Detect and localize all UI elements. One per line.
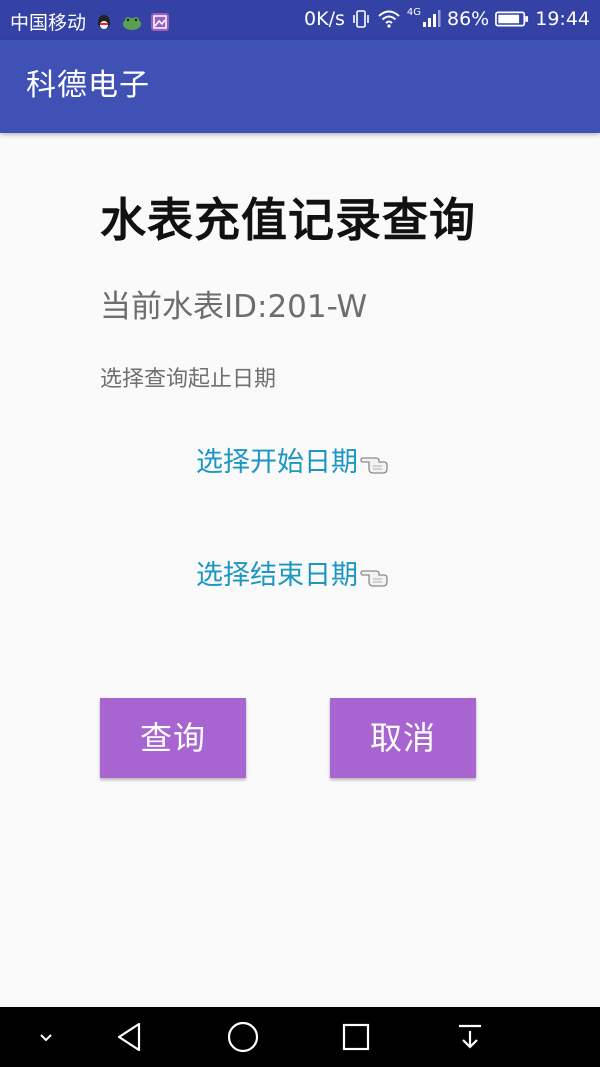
home-button[interactable]	[223, 1017, 263, 1057]
recents-button[interactable]	[336, 1017, 376, 1057]
qq-icon	[98, 14, 111, 29]
network-speed: 0K/s	[304, 8, 345, 30]
signal-icon	[423, 10, 441, 27]
vibrate-icon	[353, 10, 369, 28]
pointing-hand-icon	[360, 457, 388, 474]
select-end-date-button[interactable]: 选择结束日期	[196, 556, 390, 596]
page-title: 水表充值记录查询	[100, 193, 476, 247]
navigation-bar	[0, 1007, 600, 1067]
app-bar: 科德电子	[0, 40, 600, 133]
notification-pull-button[interactable]	[450, 1017, 490, 1057]
collapse-nav-button[interactable]	[26, 1017, 66, 1057]
select-start-date-button[interactable]: 选择开始日期	[196, 443, 390, 483]
cancel-button[interactable]: 取消	[330, 698, 476, 778]
wifi-icon	[378, 10, 400, 28]
network-type: 4G	[406, 6, 421, 18]
back-triangle-icon	[117, 1022, 141, 1052]
frog-app-icon	[123, 16, 142, 30]
carrier-name: 中国移动	[10, 12, 87, 34]
collapse-chevron-icon	[40, 1034, 52, 1042]
pointing-hand-icon	[360, 570, 388, 587]
start-date-label: 选择开始日期	[196, 447, 358, 478]
status-bar-right: 0K/s 4G 86% 19:44	[304, 6, 590, 31]
app-title: 科德电子	[26, 68, 150, 103]
status-bar: 中国移动 0K/s 4G 86% 19:44	[0, 0, 600, 40]
query-button[interactable]: 查询	[100, 698, 246, 778]
end-date-label: 选择结束日期	[196, 560, 358, 591]
battery-percent: 86%	[447, 8, 490, 30]
notification-pull-icon	[459, 1024, 481, 1049]
current-meter-id: 当前水表ID:201-W	[100, 289, 368, 325]
back-button[interactable]	[110, 1017, 150, 1057]
home-circle-icon	[227, 1021, 259, 1053]
status-bar-left: 中国移动	[10, 8, 170, 35]
battery-icon	[495, 11, 529, 27]
date-range-hint: 选择查询起止日期	[100, 367, 277, 392]
gallery-icon	[151, 12, 170, 31]
clock: 19:44	[535, 8, 590, 30]
recents-square-icon	[342, 1023, 370, 1051]
